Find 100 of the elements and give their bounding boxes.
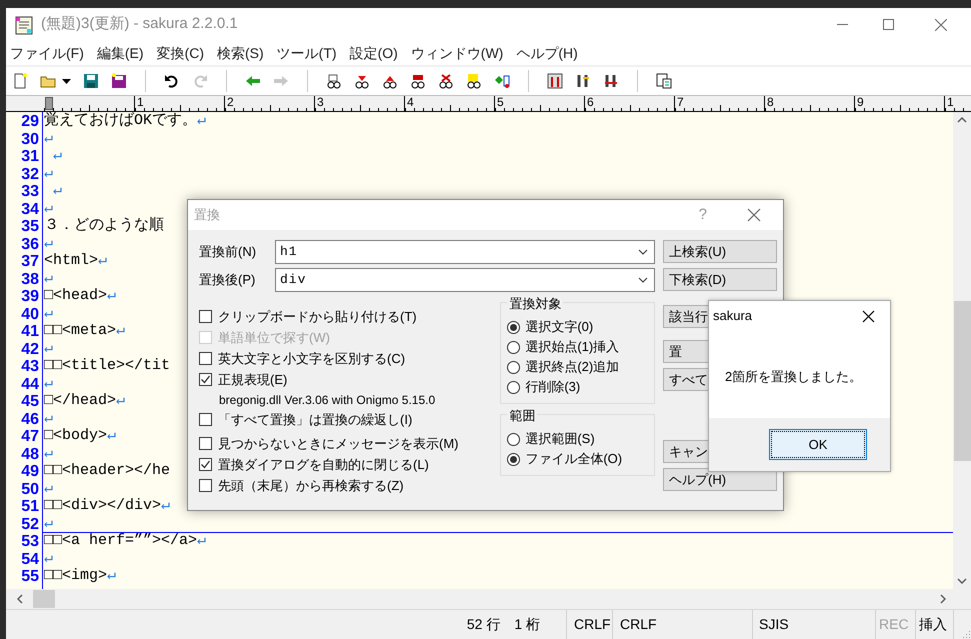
line-break-mark: ↵ (197, 533, 206, 550)
line-number: 39 (21, 288, 39, 306)
vertical-scrollbar[interactable] (953, 112, 971, 589)
line-break-mark: ↵ (107, 428, 116, 444)
scroll-left-icon[interactable] (17, 594, 23, 604)
combo-box[interactable]: div (275, 268, 655, 292)
line-number: 33 (21, 183, 39, 200)
line-number: 43 (21, 358, 39, 376)
line-number: 29 (21, 113, 39, 130)
menu-item[interactable]: 変換(C) (156, 42, 204, 64)
checkbox[interactable] (199, 413, 212, 426)
ruler-label: 1 (137, 96, 144, 109)
line-break-mark: ↵ (44, 480, 54, 497)
ruler-label: 2 (227, 96, 234, 109)
scroll-up-icon[interactable] (957, 117, 967, 123)
scrollbar-thumb[interactable] (33, 590, 55, 608)
search-icon[interactable] (326, 73, 342, 89)
radio-button[interactable] (507, 380, 520, 394)
resize-grip-icon[interactable] (961, 629, 971, 639)
field-label: 置換前(N) (199, 243, 258, 262)
line-number: 46 (21, 410, 39, 428)
dialog-button[interactable]: 上検索(U) (663, 240, 777, 263)
checkbox[interactable] (199, 373, 212, 386)
status-text: SJIS (759, 615, 789, 634)
line-number: 44 (21, 376, 39, 393)
checkbox[interactable] (199, 479, 212, 492)
line-break-mark: ↵ (44, 166, 54, 182)
menu-item[interactable]: 検索(S) (217, 42, 264, 64)
radio-button[interactable] (507, 360, 520, 374)
checkbox[interactable] (199, 437, 212, 450)
code-line: □□<header></he (44, 463, 170, 480)
line-number: 38 (21, 270, 39, 288)
scroll-right-icon[interactable] (940, 594, 946, 604)
message-text: 2箇所を置換しました。 (725, 368, 864, 386)
menu-item[interactable]: ツール(T) (276, 42, 337, 64)
line-break-mark: ↵ (44, 130, 54, 147)
line-number: 35 (21, 218, 39, 236)
tool-icon[interactable] (603, 73, 619, 89)
close-icon[interactable] (862, 310, 875, 322)
line-number: 50 (21, 480, 39, 498)
table-icon[interactable] (656, 73, 672, 89)
ruler-label: 1 (947, 96, 954, 109)
dialog-button[interactable]: 下検索(D) (663, 268, 777, 291)
ruler-label: 7 (677, 96, 684, 109)
search-icon[interactable] (466, 73, 482, 89)
ruler-label: 9 (857, 96, 864, 109)
checkbox-label: 「すべて置換」は置換の繰返し(I) (218, 410, 412, 429)
radio-button[interactable] (507, 452, 520, 466)
minimize-icon[interactable] (836, 24, 848, 25)
line-break-mark: ↵ (44, 446, 54, 462)
line-break-mark: ↵ (44, 236, 54, 252)
menu-item[interactable]: ヘルプ(H) (516, 42, 578, 64)
ruler-cursor-marker (45, 97, 53, 110)
checkbox-label: 置換ダイアログを自動的に閉じる(L) (218, 456, 429, 474)
tool-icon[interactable] (575, 73, 591, 89)
scrollbar-thumb[interactable] (954, 301, 970, 461)
radio-button[interactable] (507, 340, 520, 354)
line-number: 34 (21, 200, 39, 218)
menu-item[interactable]: 設定(O) (350, 42, 398, 64)
chevron-down-icon[interactable] (638, 277, 648, 283)
undo-icon[interactable] (164, 73, 180, 89)
search-icon[interactable] (438, 73, 454, 89)
ruler-label: 3 (317, 96, 324, 109)
maximize-icon[interactable] (882, 19, 894, 30)
line-break-mark: ↵ (52, 183, 62, 200)
line-number: 48 (21, 446, 39, 463)
line-number: 47 (21, 428, 39, 446)
scroll-down-icon[interactable] (957, 578, 967, 584)
line-number: 51 (21, 498, 39, 516)
ok-button[interactable]: OK (769, 429, 867, 460)
checkbox[interactable] (199, 310, 212, 323)
save-all-icon[interactable] (111, 73, 127, 89)
line-break-mark: ↵ (44, 306, 54, 322)
line-number: 41 (21, 323, 39, 340)
line-number: 55 (21, 568, 39, 586)
search-icon[interactable] (410, 73, 426, 89)
radio-button[interactable] (507, 320, 520, 334)
menu-item[interactable]: ファイル(F) (10, 42, 84, 64)
line-break-mark: ↵ (161, 498, 170, 514)
line-break-mark: ↵ (52, 148, 62, 164)
tool-icon[interactable] (547, 73, 563, 89)
checkbox[interactable] (199, 352, 212, 365)
new-file-icon[interactable] (12, 73, 28, 89)
search-icon[interactable] (354, 73, 370, 89)
menu-item[interactable]: 編集(E) (96, 42, 144, 64)
checkbox-label: 見つからないときにメッセージを表示(M) (218, 434, 458, 453)
search-icon[interactable] (494, 73, 510, 89)
caret-icon[interactable] (62, 78, 71, 84)
radio-label: 選択範囲(S) (525, 430, 595, 448)
line-break-mark: ↵ (116, 393, 126, 410)
code-line: □□<div></div> (44, 498, 162, 514)
arrow-left-icon[interactable] (245, 73, 261, 89)
line-break-mark: ↵ (197, 113, 206, 130)
line-break-mark: ↵ (107, 288, 116, 304)
checkbox[interactable] (199, 458, 212, 471)
save-icon[interactable] (83, 73, 99, 89)
chevron-down-icon[interactable] (638, 249, 648, 255)
radio-button[interactable] (507, 432, 520, 446)
menu-item[interactable]: ウィンドウ(W) (410, 42, 504, 64)
combo-box[interactable]: h1 (275, 240, 655, 264)
